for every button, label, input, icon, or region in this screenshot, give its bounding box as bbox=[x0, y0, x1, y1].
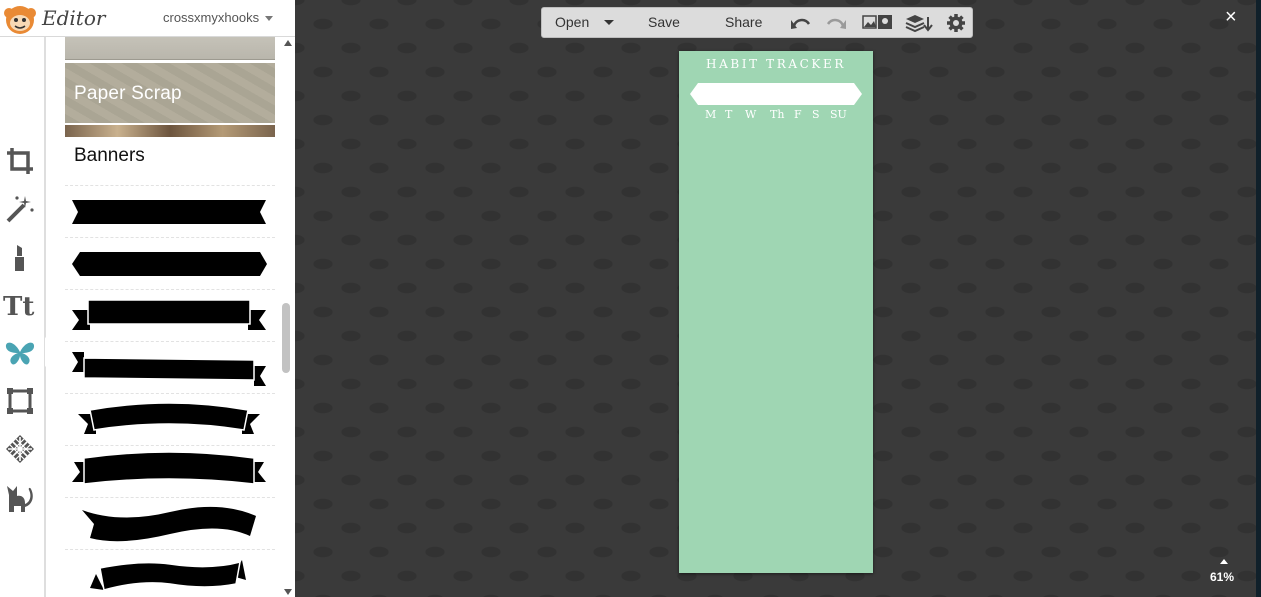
banner-shape bbox=[72, 252, 267, 276]
banner-item-7[interactable] bbox=[65, 497, 275, 550]
scroll-down-arrow-icon[interactable] bbox=[284, 589, 292, 595]
username: crossxmyxhooks bbox=[163, 10, 260, 25]
app-title: Editor bbox=[42, 6, 106, 30]
banner-item-1[interactable] bbox=[65, 185, 275, 238]
layers-icon[interactable] bbox=[905, 13, 933, 33]
banner-item-5[interactable] bbox=[65, 393, 275, 446]
tool-rail: Tt bbox=[0, 37, 46, 597]
banner-item-6[interactable] bbox=[65, 445, 275, 498]
banner-shape bbox=[90, 560, 246, 591]
document-banner-shape[interactable] bbox=[690, 83, 862, 105]
banner-shape bbox=[72, 299, 266, 330]
paper-scrap-label: Paper Scrap bbox=[74, 83, 182, 104]
share-button[interactable]: Share bbox=[725, 8, 762, 37]
banner-shape bbox=[72, 451, 266, 485]
photo-texture-swatch[interactable] bbox=[65, 125, 275, 137]
overlays-tool[interactable] bbox=[3, 336, 37, 370]
undo-icon[interactable] bbox=[790, 13, 812, 33]
paper-scrap-category[interactable]: Paper Scrap bbox=[65, 63, 275, 123]
crop-tool[interactable] bbox=[3, 144, 37, 178]
document-canvas[interactable]: HABIT TRACKER M T W Th F S SU bbox=[679, 51, 873, 573]
lipstick-icon bbox=[15, 245, 24, 271]
banner-item-8[interactable] bbox=[65, 549, 275, 597]
day-label: T bbox=[725, 108, 733, 121]
banner-shape bbox=[72, 200, 266, 224]
frames-tool[interactable] bbox=[3, 384, 37, 418]
day-label: SU bbox=[830, 108, 847, 121]
text-tool[interactable]: Tt bbox=[3, 288, 37, 322]
open-button[interactable]: Open bbox=[555, 8, 589, 37]
banner-item-4[interactable] bbox=[65, 341, 275, 394]
butterfly-icon bbox=[5, 342, 35, 365]
themes-tool[interactable] bbox=[3, 480, 37, 514]
banner-shape bbox=[72, 352, 266, 386]
window-edge bbox=[1256, 0, 1261, 597]
close-icon[interactable]: × bbox=[1225, 7, 1237, 27]
top-bar: Editor crossxmyxhooks bbox=[0, 0, 295, 37]
scroll-up-arrow-icon[interactable] bbox=[284, 40, 292, 46]
magic-wand-icon bbox=[6, 196, 34, 223]
chevron-down-icon bbox=[265, 16, 274, 22]
image-icon[interactable] bbox=[862, 13, 894, 33]
overlay-list: Paper Scrap Banners bbox=[65, 37, 275, 597]
svg-text:Tt: Tt bbox=[3, 292, 34, 320]
frame-icon bbox=[7, 388, 33, 414]
texture-swatch[interactable] bbox=[65, 37, 275, 60]
texture-icon bbox=[6, 435, 34, 463]
overlays-panel: Paper Scrap Banners bbox=[46, 37, 295, 597]
save-button[interactable]: Save bbox=[648, 8, 680, 37]
crop-icon bbox=[7, 148, 33, 174]
cat-icon bbox=[7, 486, 33, 512]
textures-tool[interactable] bbox=[3, 432, 37, 466]
monkey-logo-icon bbox=[4, 6, 36, 34]
gear-icon[interactable] bbox=[946, 13, 966, 33]
day-label: S bbox=[812, 108, 820, 121]
redo-icon[interactable] bbox=[825, 13, 847, 33]
effects-tool[interactable] bbox=[3, 192, 37, 226]
banner-shape bbox=[82, 506, 256, 542]
touch-up-tool[interactable] bbox=[3, 240, 37, 274]
editor-toolbar: Open Save Share bbox=[541, 7, 973, 38]
day-label: M bbox=[705, 108, 717, 121]
day-label: Th bbox=[770, 108, 785, 121]
day-label: W bbox=[745, 108, 757, 121]
banner-shape bbox=[78, 402, 260, 434]
text-icon: Tt bbox=[3, 292, 34, 320]
zoom-up-icon[interactable] bbox=[1220, 559, 1228, 564]
scroll-thumb[interactable] bbox=[282, 303, 290, 373]
day-label: F bbox=[794, 108, 802, 121]
document-title: HABIT TRACKER bbox=[706, 57, 846, 71]
user-menu[interactable]: crossxmyxhooks bbox=[163, 10, 274, 25]
banner-item-2[interactable] bbox=[65, 237, 275, 290]
section-title: Banners bbox=[74, 145, 145, 166]
open-dropdown-icon[interactable] bbox=[604, 20, 614, 25]
zoom-level[interactable]: 61% bbox=[1210, 570, 1234, 584]
banner-item-3[interactable] bbox=[65, 289, 275, 342]
